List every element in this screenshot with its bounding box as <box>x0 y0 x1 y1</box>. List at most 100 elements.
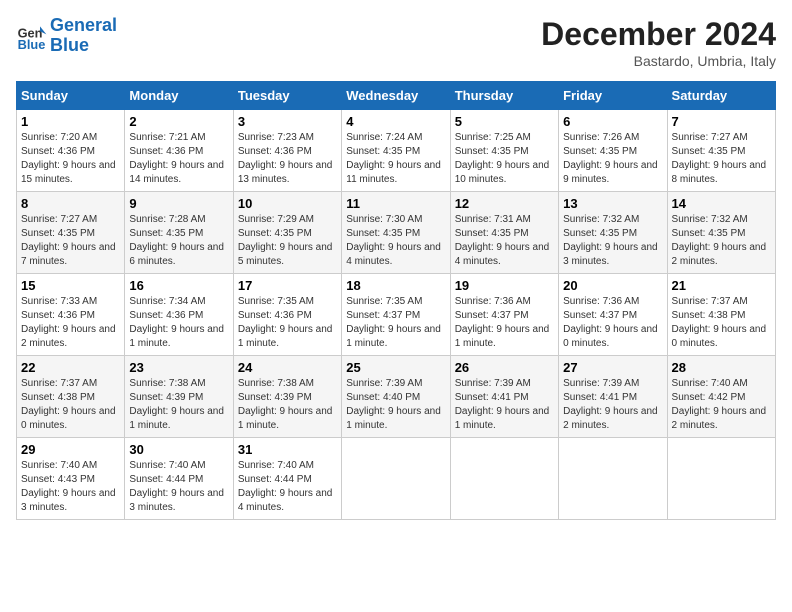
calendar-week-row: 29 Sunrise: 7:40 AM Sunset: 4:43 PM Dayl… <box>17 438 776 520</box>
daylight-label: Daylight: 9 hours and 15 minutes. <box>21 160 116 185</box>
day-info: Sunrise: 7:29 AM Sunset: 4:35 PM Dayligh… <box>238 213 337 269</box>
calendar-cell: 10 Sunrise: 7:29 AM Sunset: 4:35 PM Dayl… <box>233 192 341 274</box>
day-info: Sunrise: 7:37 AM Sunset: 4:38 PM Dayligh… <box>672 295 771 351</box>
sunrise-value: 7:39 AM <box>603 378 640 389</box>
calendar-cell: 7 Sunrise: 7:27 AM Sunset: 4:35 PM Dayli… <box>667 110 775 192</box>
sunrise-label: Sunrise: <box>346 378 385 389</box>
day-number: 30 <box>129 442 228 457</box>
sunrise-value: 7:24 AM <box>386 132 423 143</box>
sunset-label: Sunset: <box>346 228 383 239</box>
sunrise-label: Sunrise: <box>238 460 277 471</box>
sunset-label: Sunset: <box>455 310 492 321</box>
day-info: Sunrise: 7:30 AM Sunset: 4:35 PM Dayligh… <box>346 213 445 269</box>
sunrise-label: Sunrise: <box>21 214 60 225</box>
sunset-value: 4:35 PM <box>275 228 312 239</box>
daylight-label: Daylight: 9 hours and 1 minute. <box>129 406 224 431</box>
day-info: Sunrise: 7:38 AM Sunset: 4:39 PM Dayligh… <box>129 377 228 433</box>
title-block: December 2024 Bastardo, Umbria, Italy <box>541 16 776 69</box>
sunrise-value: 7:39 AM <box>494 378 531 389</box>
sunrise-label: Sunrise: <box>563 296 602 307</box>
sunset-label: Sunset: <box>238 228 275 239</box>
calendar-cell: 4 Sunrise: 7:24 AM Sunset: 4:35 PM Dayli… <box>342 110 450 192</box>
calendar-cell: 2 Sunrise: 7:21 AM Sunset: 4:36 PM Dayli… <box>125 110 233 192</box>
sunset-value: 4:44 PM <box>166 474 203 485</box>
day-number: 28 <box>672 360 771 375</box>
calendar-cell: 29 Sunrise: 7:40 AM Sunset: 4:43 PM Dayl… <box>17 438 125 520</box>
sunrise-value: 7:40 AM <box>711 378 748 389</box>
sunrise-value: 7:32 AM <box>603 214 640 225</box>
sunset-label: Sunset: <box>346 146 383 157</box>
sunrise-value: 7:35 AM <box>277 296 314 307</box>
calendar-cell: 5 Sunrise: 7:25 AM Sunset: 4:35 PM Dayli… <box>450 110 558 192</box>
day-info: Sunrise: 7:38 AM Sunset: 4:39 PM Dayligh… <box>238 377 337 433</box>
sunrise-label: Sunrise: <box>238 214 277 225</box>
daylight-label: Daylight: 9 hours and 3 minutes. <box>563 242 658 267</box>
weekday-header-sunday: Sunday <box>17 82 125 110</box>
sunset-value: 4:36 PM <box>166 310 203 321</box>
day-number: 20 <box>563 278 662 293</box>
sunrise-label: Sunrise: <box>455 132 494 143</box>
sunset-label: Sunset: <box>563 146 600 157</box>
daylight-label: Daylight: 9 hours and 3 minutes. <box>21 488 116 513</box>
sunset-label: Sunset: <box>563 228 600 239</box>
day-info: Sunrise: 7:40 AM Sunset: 4:44 PM Dayligh… <box>129 459 228 515</box>
day-number: 3 <box>238 114 337 129</box>
sunset-label: Sunset: <box>455 146 492 157</box>
sunset-label: Sunset: <box>129 228 166 239</box>
sunset-label: Sunset: <box>455 392 492 403</box>
day-number: 17 <box>238 278 337 293</box>
day-info: Sunrise: 7:35 AM Sunset: 4:37 PM Dayligh… <box>346 295 445 351</box>
day-number: 24 <box>238 360 337 375</box>
day-number: 6 <box>563 114 662 129</box>
daylight-label: Daylight: 9 hours and 1 minute. <box>455 324 550 349</box>
day-info: Sunrise: 7:31 AM Sunset: 4:35 PM Dayligh… <box>455 213 554 269</box>
sunrise-value: 7:37 AM <box>60 378 97 389</box>
sunrise-label: Sunrise: <box>346 132 385 143</box>
sunrise-label: Sunrise: <box>672 132 711 143</box>
calendar-cell: 16 Sunrise: 7:34 AM Sunset: 4:36 PM Dayl… <box>125 274 233 356</box>
sunset-value: 4:36 PM <box>275 146 312 157</box>
sunset-value: 4:41 PM <box>600 392 637 403</box>
calendar-cell: 15 Sunrise: 7:33 AM Sunset: 4:36 PM Dayl… <box>17 274 125 356</box>
day-number: 27 <box>563 360 662 375</box>
sunrise-label: Sunrise: <box>672 214 711 225</box>
daylight-label: Daylight: 9 hours and 0 minutes. <box>563 324 658 349</box>
sunset-value: 4:35 PM <box>383 146 420 157</box>
sunrise-label: Sunrise: <box>455 378 494 389</box>
sunset-label: Sunset: <box>672 146 709 157</box>
sunrise-label: Sunrise: <box>21 296 60 307</box>
logo-icon: Gen Blue <box>16 20 48 52</box>
sunset-label: Sunset: <box>21 310 58 321</box>
sunset-label: Sunset: <box>455 228 492 239</box>
calendar-week-row: 8 Sunrise: 7:27 AM Sunset: 4:35 PM Dayli… <box>17 192 776 274</box>
calendar-cell: 1 Sunrise: 7:20 AM Sunset: 4:36 PM Dayli… <box>17 110 125 192</box>
sunset-label: Sunset: <box>21 392 58 403</box>
sunset-value: 4:36 PM <box>166 146 203 157</box>
day-info: Sunrise: 7:40 AM Sunset: 4:43 PM Dayligh… <box>21 459 120 515</box>
sunrise-value: 7:36 AM <box>494 296 531 307</box>
sunset-value: 4:35 PM <box>600 146 637 157</box>
sunrise-label: Sunrise: <box>21 132 60 143</box>
daylight-label: Daylight: 9 hours and 1 minute. <box>455 406 550 431</box>
day-number: 19 <box>455 278 554 293</box>
sunrise-label: Sunrise: <box>455 296 494 307</box>
location: Bastardo, Umbria, Italy <box>541 53 776 69</box>
calendar-cell: 25 Sunrise: 7:39 AM Sunset: 4:40 PM Dayl… <box>342 356 450 438</box>
svg-text:Blue: Blue <box>18 37 46 52</box>
day-info: Sunrise: 7:27 AM Sunset: 4:35 PM Dayligh… <box>21 213 120 269</box>
calendar-cell: 8 Sunrise: 7:27 AM Sunset: 4:35 PM Dayli… <box>17 192 125 274</box>
day-info: Sunrise: 7:35 AM Sunset: 4:36 PM Dayligh… <box>238 295 337 351</box>
daylight-label: Daylight: 9 hours and 0 minutes. <box>21 406 116 431</box>
sunset-value: 4:42 PM <box>708 392 745 403</box>
calendar-cell <box>559 438 667 520</box>
sunset-label: Sunset: <box>129 474 166 485</box>
daylight-label: Daylight: 9 hours and 5 minutes. <box>238 242 333 267</box>
sunrise-value: 7:40 AM <box>277 460 314 471</box>
sunset-value: 4:37 PM <box>383 310 420 321</box>
sunrise-label: Sunrise: <box>346 214 385 225</box>
daylight-label: Daylight: 9 hours and 2 minutes. <box>21 324 116 349</box>
day-info: Sunrise: 7:20 AM Sunset: 4:36 PM Dayligh… <box>21 131 120 187</box>
sunrise-label: Sunrise: <box>129 460 168 471</box>
sunset-label: Sunset: <box>129 146 166 157</box>
sunrise-label: Sunrise: <box>563 378 602 389</box>
